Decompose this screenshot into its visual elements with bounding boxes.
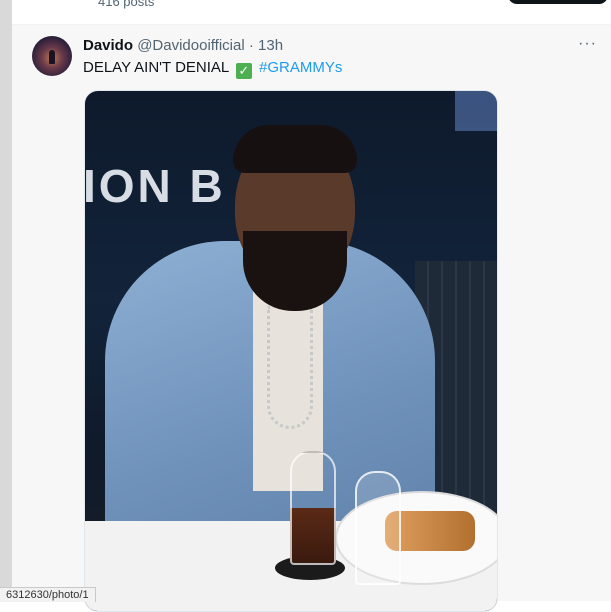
wine-glass-red: [290, 451, 336, 565]
tweet-text: DELAY AIN'T DENIAL ✓ #GRAMMYs: [83, 59, 342, 79]
hair: [233, 125, 357, 173]
separator-dot: ·: [248, 37, 254, 54]
timestamp[interactable]: 13h: [258, 37, 283, 54]
tweet-photo[interactable]: ION B: [84, 90, 498, 612]
posts-count: 416 posts: [98, 0, 155, 9]
more-options-icon[interactable]: ···: [578, 35, 597, 53]
background-light: [455, 91, 497, 131]
author-name[interactable]: Davido: [83, 37, 133, 54]
follow-button[interactable]: [508, 0, 608, 4]
avatar[interactable]: [32, 36, 72, 76]
background-sign-text: ION B: [84, 160, 226, 212]
necklace: [267, 306, 313, 429]
tweet-text-main: DELAY AIN'T DENIAL: [83, 59, 229, 76]
profile-header-strip: 416 posts: [12, 0, 611, 25]
avatar-figure-icon: [49, 50, 55, 64]
check-mark-icon: ✓: [235, 63, 252, 79]
tweet-card[interactable]: Davido @Davidooifficial · 13h ··· DELAY …: [12, 25, 611, 612]
status-bar-url: 6312630/photo/1: [0, 587, 96, 602]
hashtag-link[interactable]: #GRAMMYs: [259, 59, 342, 76]
author-handle[interactable]: @Davidooifficial: [137, 37, 245, 54]
tweet-header: Davido @Davidooifficial · 13h: [83, 37, 283, 54]
wine-glass-clear: [355, 471, 401, 585]
left-rail: [0, 0, 12, 601]
